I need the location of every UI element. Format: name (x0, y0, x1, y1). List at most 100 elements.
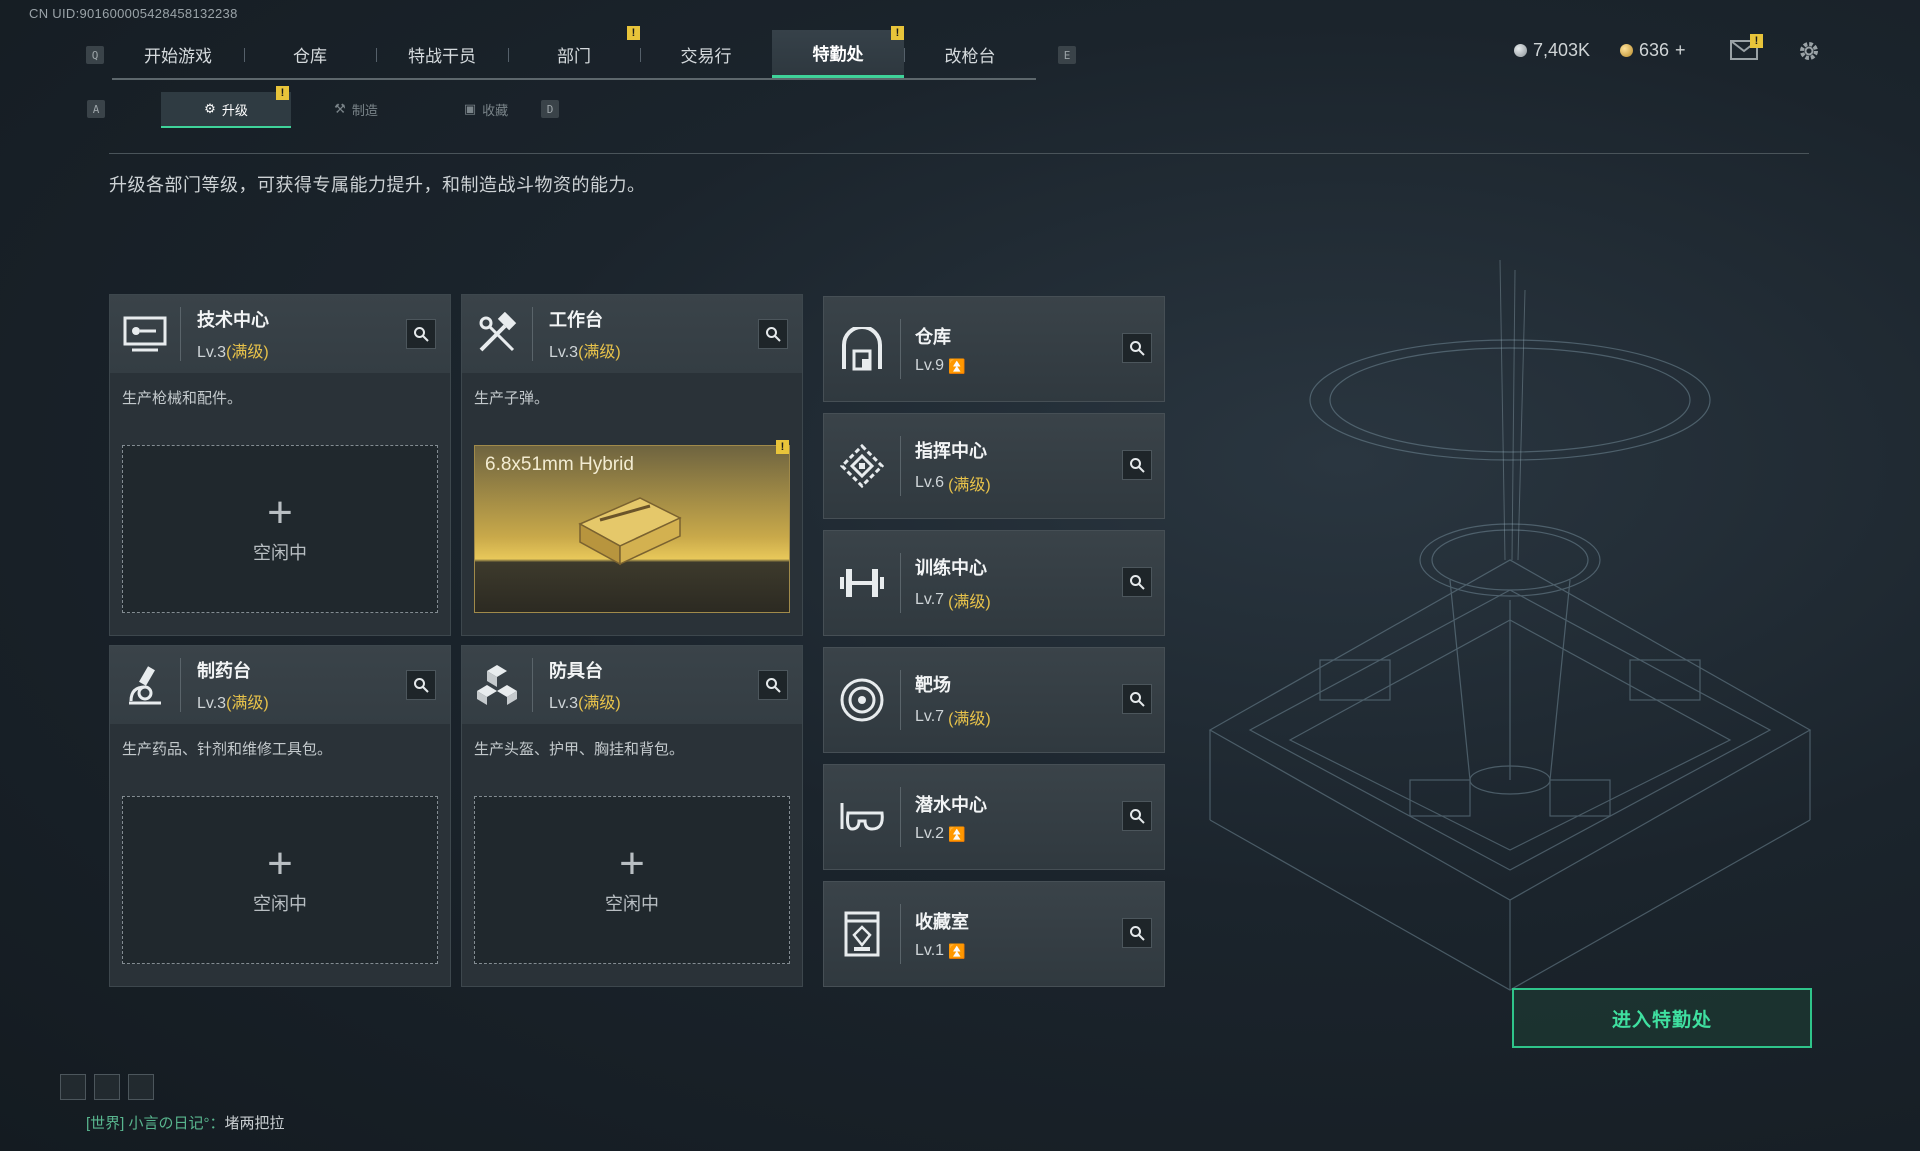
quick-icons (60, 1074, 154, 1100)
gold-coin-icon (1620, 44, 1633, 57)
tab-warehouse[interactable]: 仓库 (244, 30, 376, 78)
alert-badge: ! (1750, 34, 1763, 48)
search-icon[interactable] (1122, 801, 1152, 831)
slot-status: 空闲中 (253, 543, 307, 563)
production-slot-empty[interactable]: + 空闲中 (474, 796, 790, 964)
department-card-collection-room[interactable]: 收藏室 Lv.1 ⏫ (823, 881, 1165, 987)
separator (900, 904, 901, 964)
warehouse-icon (824, 327, 900, 371)
chat-line[interactable]: [世界] 小言の日记°：堵两把拉 (86, 1112, 285, 1133)
level: Lv.3 (549, 344, 579, 361)
production-slot-active[interactable]: 6.8x51mm Hybrid ! (474, 440, 790, 613)
search-icon[interactable] (1122, 684, 1152, 714)
card-title: 潜水中心 (915, 795, 987, 815)
silver-currency: 7,403K (1514, 40, 1590, 61)
workbench-card-armor: 防具台 Lv.3(满级) 生产头盔、护甲、胸挂和背包。 + 空闲中 (461, 645, 803, 987)
card-title: 仓库 (915, 327, 951, 347)
diving-mask-icon (824, 799, 900, 835)
key-hint-a: A (87, 100, 105, 118)
search-icon[interactable] (1122, 918, 1152, 948)
silver-coin-icon (1514, 44, 1527, 57)
quick-slot-icon[interactable] (94, 1074, 120, 1100)
craft-icon: ⚒ (334, 101, 346, 116)
card-title: 指挥中心 (915, 441, 987, 461)
tab-label: 开始游戏 (144, 46, 212, 66)
workbench-card-pharmacy: 制药台 Lv.3(满级) 生产药品、针剂和维修工具包。 + 空闲中 (109, 645, 451, 987)
subtab-label: 升级 (221, 102, 248, 118)
subtab-collection[interactable]: ▣ 收藏 (421, 92, 551, 126)
level: Lv.7 (915, 708, 945, 725)
tab-label: 特勤处 (812, 45, 864, 64)
tab-label: 改枪台 (944, 46, 996, 66)
player-uid: CN UID:9016000054284581322​38 (29, 6, 238, 21)
subtab-craft[interactable]: ⚒ 制造 (291, 92, 421, 126)
card-title: 制药台 (197, 661, 251, 681)
gear-icon[interactable] (1797, 39, 1821, 68)
add-gold-button[interactable]: + (1675, 40, 1686, 61)
department-card-command-center[interactable]: 指挥中心 Lv.6 (满级) (823, 413, 1165, 519)
tab-gunsmith[interactable]: 改枪台 (904, 30, 1036, 78)
mail-icon[interactable]: ! (1730, 34, 1763, 65)
sub-nav: ⚙ 升级 ! ⚒ 制造 ▣ 收藏 (161, 86, 551, 128)
chat-message: 堵两把拉 (224, 1115, 285, 1132)
max-level-label: (满级) (948, 711, 991, 728)
separator (180, 658, 181, 712)
quick-slot-icon[interactable] (60, 1074, 86, 1100)
card-description: 生产枪械和配件。 (122, 390, 243, 407)
alert-badge: ! (776, 440, 789, 454)
separator (900, 319, 901, 379)
tab-trading[interactable]: 交易行 (640, 30, 772, 78)
tab-operators[interactable]: 特战干员 (376, 30, 508, 78)
tab-department[interactable]: 部门 ! (508, 26, 640, 78)
search-icon[interactable] (1122, 450, 1152, 480)
separator (900, 670, 901, 730)
slot-status: 空闲中 (605, 894, 659, 914)
enter-special-service-button[interactable]: 进入特勤处 (1512, 988, 1812, 1048)
plus-icon: + (267, 488, 293, 537)
tech-center-icon (110, 295, 180, 373)
department-card-warehouse[interactable]: 仓库 Lv.9 ⏫ (823, 296, 1165, 402)
divider (109, 153, 1809, 154)
separator (180, 307, 181, 361)
card-title: 防具台 (549, 661, 603, 681)
search-icon[interactable] (406, 670, 436, 700)
separator (532, 307, 533, 361)
max-level-label: (满级) (948, 594, 991, 611)
silver-amount: 7,403K (1533, 40, 1591, 60)
search-icon[interactable] (406, 319, 436, 349)
department-card-diving-center[interactable]: 潜水中心 Lv.2 ⏫ (823, 764, 1165, 870)
department-card-shooting-range[interactable]: 靶场 Lv.7 (满级) (823, 647, 1165, 753)
production-slot-empty[interactable]: + 空闲中 (122, 796, 438, 964)
dumbbell-icon (824, 565, 900, 601)
page-description: 升级各部门等级，可获得专属能力提升，和制造战斗物资的能力。 (109, 175, 646, 195)
level: Lv.3 (197, 344, 227, 361)
search-icon[interactable] (758, 319, 788, 349)
alert-badge: ! (891, 26, 904, 40)
gold-currency[interactable]: 636 + (1620, 40, 1686, 61)
department-card-training-center[interactable]: 训练中心 Lv.7 (满级) (823, 530, 1165, 636)
chat-channel: [世界] (86, 1115, 125, 1132)
top-nav: 开始游戏 仓库 特战干员 部门 ! 交易行 特勤处 ! 改枪台 (112, 26, 1036, 80)
search-icon[interactable] (1122, 333, 1152, 363)
search-icon[interactable] (1122, 567, 1152, 597)
card-title: 靶场 (915, 675, 951, 695)
tab-label: 仓库 (293, 46, 327, 66)
chat-user: 小言の日记° (128, 1115, 210, 1132)
subtab-label: 制造 (351, 102, 378, 118)
subtab-upgrade[interactable]: ⚙ 升级 ! (161, 86, 291, 128)
level: Lv.9 (915, 357, 945, 374)
tab-special-service[interactable]: 特勤处 ! (772, 26, 904, 78)
search-icon[interactable] (758, 670, 788, 700)
plus-icon: + (619, 839, 645, 888)
tab-start-game[interactable]: 开始游戏 (112, 30, 244, 78)
production-slot-empty[interactable]: + 空闲中 (122, 445, 438, 613)
upgrade-icon: ⚙ (204, 101, 216, 116)
chat-separator: ： (209, 1115, 225, 1132)
quick-slot-icon[interactable] (128, 1074, 154, 1100)
level: Lv.7 (915, 591, 945, 608)
card-title: 训练中心 (915, 558, 987, 578)
card-title: 工作台 (549, 310, 603, 330)
card-title: 收藏室 (915, 912, 969, 932)
card-description: 生产头盔、护甲、胸挂和背包。 (474, 741, 685, 758)
plus-icon: + (267, 839, 293, 888)
